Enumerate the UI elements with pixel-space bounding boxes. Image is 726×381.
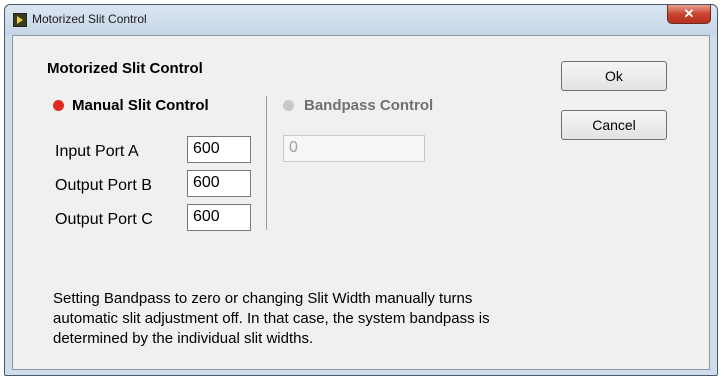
title-bar[interactable]: Motorized Slit Control ✕ xyxy=(5,5,717,35)
manual-slit-radio[interactable] xyxy=(53,100,64,111)
output-port-b-field[interactable]: 600 xyxy=(187,170,251,197)
input-port-a-label: Input Port A xyxy=(55,143,139,160)
input-port-a-field[interactable]: 600 xyxy=(187,136,251,163)
bandpass-radio[interactable] xyxy=(283,100,294,111)
output-port-c-label: Output Port C xyxy=(55,211,153,228)
section-divider xyxy=(266,96,267,230)
cancel-button[interactable]: Cancel xyxy=(561,110,667,140)
bandpass-field[interactable]: 0 xyxy=(283,135,425,162)
manual-slit-label[interactable]: Manual Slit Control xyxy=(72,97,209,114)
bandpass-label[interactable]: Bandpass Control xyxy=(304,97,433,114)
output-port-b-label: Output Port B xyxy=(55,177,152,194)
info-text: Setting Bandpass to zero or changing Sli… xyxy=(53,290,490,347)
close-button[interactable]: ✕ xyxy=(667,5,711,24)
labview-app-icon xyxy=(13,13,27,27)
close-icon: ✕ xyxy=(683,6,695,21)
output-port-c-field[interactable]: 600 xyxy=(187,204,251,231)
window-title: Motorized Slit Control xyxy=(32,12,147,26)
ok-button[interactable]: Ok xyxy=(561,61,667,91)
dialog-heading: Motorized Slit Control xyxy=(47,60,203,77)
